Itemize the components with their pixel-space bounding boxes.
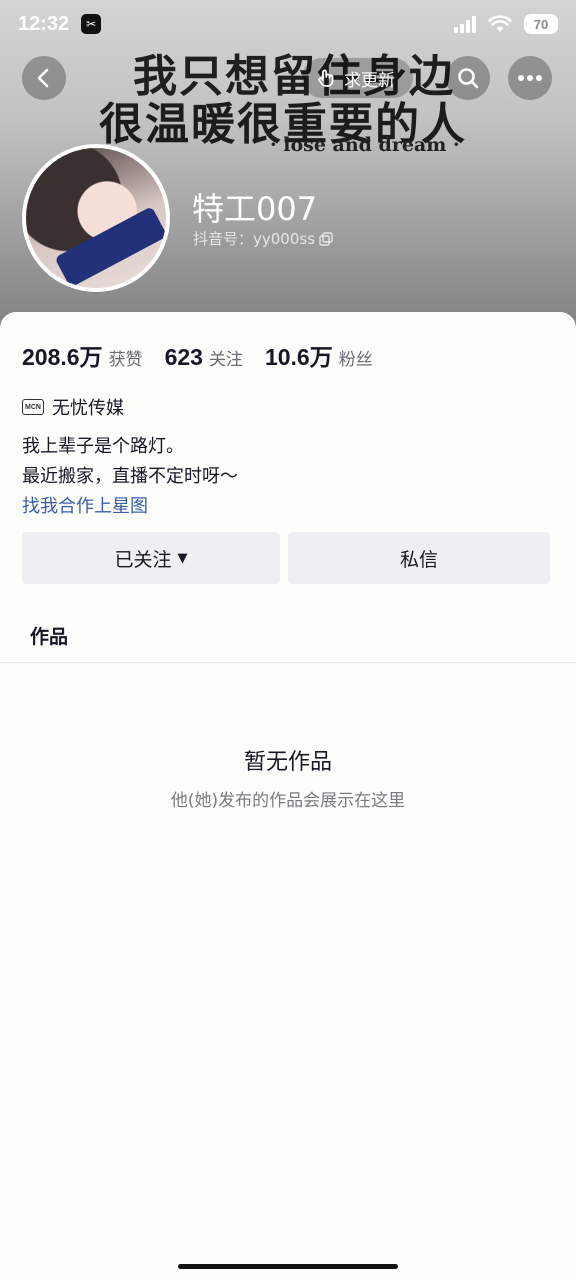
- wifi-icon: [488, 15, 512, 32]
- collab-link[interactable]: 找我合作上星图: [22, 492, 148, 522]
- bio-line-1: 我上辈子是个路灯。: [22, 436, 184, 457]
- mcn-icon: MCN: [22, 399, 44, 415]
- stat-likes[interactable]: 208.6万 获赞: [22, 338, 143, 372]
- profile-stats: 208.6万 获赞 623 关注 10.6万 粉丝: [22, 338, 395, 372]
- tab-divider: [0, 662, 576, 663]
- caret-down-icon: ▼: [177, 550, 188, 566]
- stat-likes-value: 208.6万: [22, 344, 103, 370]
- banner-text-line3: · lose and dream ·: [270, 134, 460, 156]
- cellular-signal-icon: [454, 15, 476, 33]
- request-update-label: 求更新: [344, 70, 395, 91]
- battery-indicator: 70: [524, 14, 558, 34]
- status-indicators: 70: [454, 14, 558, 34]
- stat-followers-label: 粉丝: [338, 350, 373, 370]
- empty-state-title: 暂无作品: [243, 750, 332, 775]
- stat-following[interactable]: 623 关注: [165, 344, 243, 371]
- douyin-id-text: 抖音号：yy000ss: [193, 230, 316, 248]
- message-label: 私信: [399, 548, 438, 571]
- profile-card: 208.6万 获赞 623 关注 10.6万 粉丝 MCN 无忧传媒 我上辈子是…: [0, 312, 576, 1280]
- status-bar: 12:32 ✂ 70: [0, 0, 576, 48]
- avatar[interactable]: [22, 144, 170, 292]
- douyin-id[interactable]: 抖音号：yy000ss: [193, 228, 333, 249]
- empty-state-subtitle: 他(她)发布的作品会展示在这里: [170, 791, 406, 811]
- copy-icon[interactable]: [319, 231, 333, 246]
- stat-followers[interactable]: 10.6万 粉丝: [265, 338, 373, 372]
- followed-label: 已关注: [114, 548, 172, 571]
- profile-nickname: 特工007: [192, 190, 318, 228]
- bio-line-2: 最近搬家，直播不定时呀～: [22, 466, 238, 487]
- home-indicator[interactable]: [178, 1264, 398, 1269]
- more-dots-icon: [518, 75, 542, 81]
- poke-hand-icon: [318, 69, 334, 87]
- status-time: 12:32: [18, 12, 70, 35]
- profile-bio: 我上辈子是个路灯。 最近搬家，直播不定时呀～: [22, 432, 238, 492]
- capcut-icon: ✂: [81, 14, 102, 34]
- stat-likes-label: 获赞: [108, 350, 143, 370]
- chevron-left-icon: [37, 68, 49, 88]
- message-button[interactable]: 私信: [288, 532, 550, 584]
- back-button[interactable]: [22, 56, 66, 100]
- request-update-button[interactable]: 求更新: [302, 58, 413, 98]
- stat-followers-value: 10.6万: [264, 344, 333, 370]
- search-button[interactable]: [446, 56, 490, 100]
- followed-button[interactable]: 已关注 ▼: [22, 532, 280, 584]
- mcn-name: 无忧传媒: [52, 398, 124, 419]
- tab-works[interactable]: 作品: [30, 622, 68, 649]
- stat-following-label: 关注: [208, 350, 243, 370]
- search-icon: [458, 68, 479, 89]
- mcn-agency[interactable]: MCN 无忧传媒: [22, 394, 124, 420]
- more-options-button[interactable]: [508, 56, 552, 100]
- stat-following-value: 623: [164, 344, 203, 370]
